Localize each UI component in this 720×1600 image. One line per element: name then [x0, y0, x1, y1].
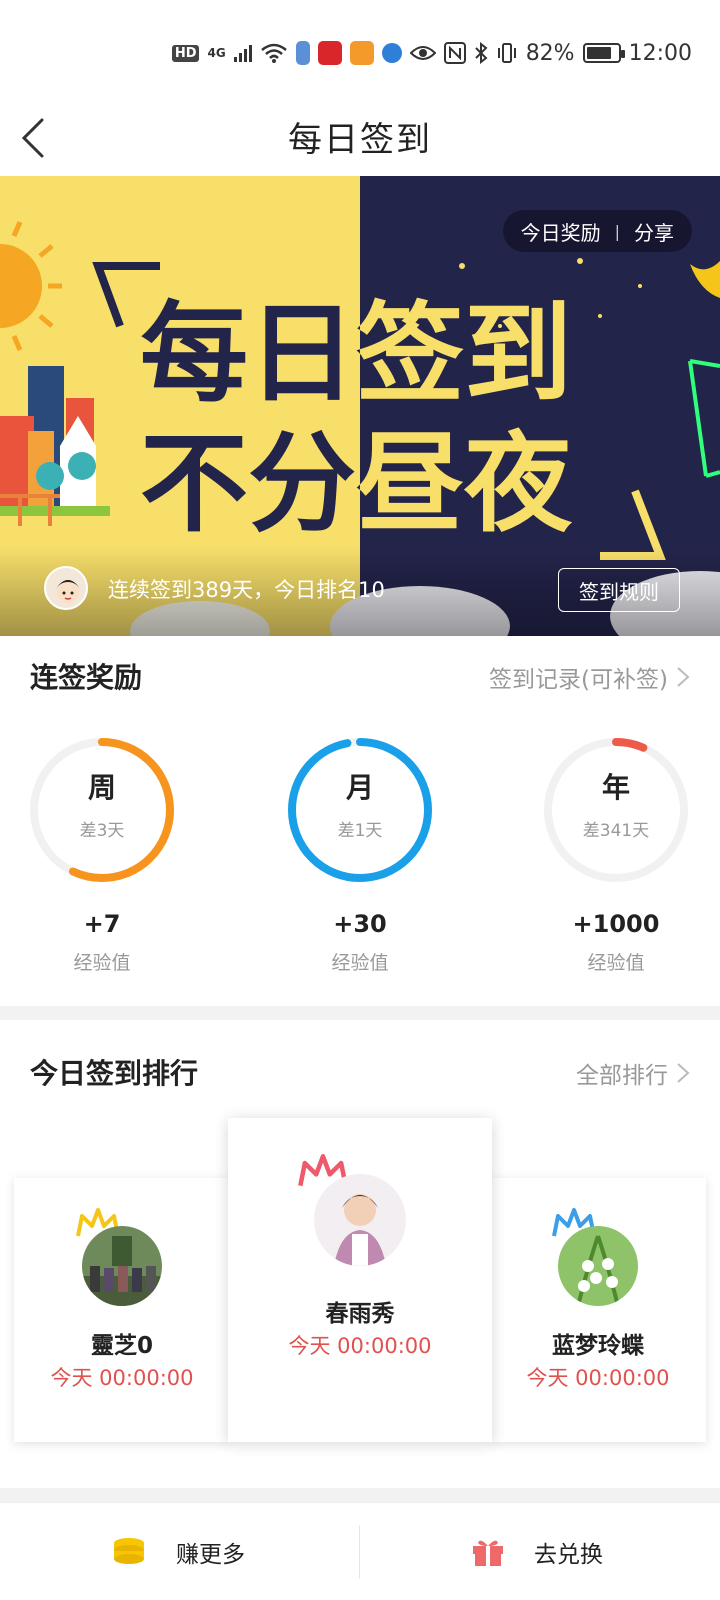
coin-stack-icon [114, 1538, 144, 1564]
week-remaining: 差3天 [79, 821, 125, 841]
vibrate-icon [497, 43, 516, 63]
earn-more-button[interactable]: 赚更多 [112, 1503, 245, 1600]
month-reward: +30 [333, 910, 387, 938]
week-reward: +7 [83, 910, 121, 938]
year-reward: +1000 [572, 910, 660, 938]
battery-level [586, 47, 612, 59]
network-type: 4G [207, 46, 226, 60]
bluetooth-icon [474, 42, 488, 64]
rank-card-1[interactable]: 春雨秀 今天 00:00:00 [228, 1118, 492, 1442]
charging-app-icon [295, 41, 310, 65]
rank-1-name: 春雨秀 [325, 1301, 395, 1327]
month-remaining: 差1天 [337, 821, 383, 841]
status-bar: HD 4G 82% 12:00 [0, 0, 720, 100]
streak-week: 周 差3天 [22, 730, 182, 890]
status-icons: HD 4G 82% 12:00 [171, 36, 692, 70]
rank-2-time: 今天 00:00:00 [50, 1366, 194, 1390]
wifi-icon [260, 43, 287, 63]
chevron-right-icon [677, 667, 690, 687]
gift-icon [473, 1540, 503, 1566]
redeem-label: 去兑换 [534, 1542, 603, 1568]
woman-photo-avatar [314, 1174, 406, 1266]
ranking-section-title: 今日签到排行 [30, 1057, 199, 1090]
earn-more-label: 赚更多 [176, 1542, 245, 1568]
blue-globe-app-icon [381, 43, 402, 63]
battery-percent: 82% [525, 40, 575, 66]
checkin-record-link[interactable]: 签到记录(可补签) [489, 660, 690, 694]
battery-icon [582, 43, 625, 63]
share-link[interactable]: 分享 [634, 217, 674, 246]
bottom-bar-separator [359, 1525, 360, 1579]
bottom-action-bar: 赚更多 去兑换 [0, 1502, 720, 1600]
today-reward-link[interactable]: 今日奖励 [521, 217, 601, 246]
page-title: 每日签到 [288, 120, 432, 160]
streak-month: 月 差1天 [280, 730, 440, 890]
week-progress-ring [30, 738, 174, 882]
user-avatar[interactable] [44, 566, 88, 610]
year-reward-unit: 经验值 [587, 952, 645, 974]
chevron-right-icon [677, 1063, 690, 1083]
year-label: 年 [601, 771, 630, 804]
clock: 12:00 [628, 40, 692, 66]
all-ranking-link[interactable]: 全部排行 [576, 1056, 690, 1090]
signal-icon [233, 44, 252, 62]
streak-text: 连续签到389天，今日排名10 [108, 578, 385, 602]
orange-play-app-icon [349, 41, 374, 65]
lily-flower-avatar [558, 1226, 638, 1306]
redeem-button[interactable]: 去兑换 [472, 1503, 603, 1600]
nav-bar: 每日签到 [0, 100, 720, 176]
streak-section-title: 连签奖励 [30, 661, 143, 694]
week-label: 周 [87, 771, 116, 804]
rank-1-avatar [314, 1174, 406, 1266]
checkin-banner: 每日签到 不分昼夜 每日签到 不分昼夜 今日奖励 | 分享 连续签到389天，今… [0, 176, 720, 636]
month-reward-unit: 经验值 [331, 952, 389, 974]
week-reward-unit: 经验值 [73, 952, 131, 974]
checkin-rules-button[interactable]: 签到规则 [558, 568, 680, 612]
rank-1-time: 今天 00:00:00 [288, 1334, 432, 1358]
year-progress-ring [544, 738, 688, 882]
all-ranking-label: 全部排行 [576, 1063, 668, 1089]
rank-3-time: 今天 00:00:00 [526, 1366, 670, 1390]
nfc-icon [443, 42, 466, 64]
rank-2-avatar [82, 1226, 162, 1306]
rank-card-2[interactable]: 靈芝0 今天 00:00:00 [14, 1178, 230, 1442]
bottom-divider [0, 1488, 720, 1502]
hd-icon: HD [171, 44, 200, 62]
red-app-icon [317, 41, 342, 65]
eye-icon [409, 46, 436, 60]
pill-separator: | [614, 221, 620, 241]
rank-3-name: 蓝梦玲蝶 [552, 1333, 644, 1359]
section-divider [0, 1006, 720, 1020]
checkin-record-label: 签到记录(可补签) [489, 667, 668, 693]
year-remaining: 差341天 [582, 821, 650, 841]
reward-share-pill: 今日奖励 | 分享 [502, 210, 692, 252]
rank-2-name: 靈芝0 [90, 1333, 153, 1359]
rank-3-avatar [558, 1226, 638, 1306]
rank-card-3[interactable]: 蓝梦玲蝶 今天 00:00:00 [490, 1178, 706, 1442]
group-photo-avatar [82, 1226, 162, 1306]
streak-year: 年 差341天 [536, 730, 696, 890]
month-label: 月 [345, 771, 374, 804]
month-progress-ring [288, 738, 432, 882]
